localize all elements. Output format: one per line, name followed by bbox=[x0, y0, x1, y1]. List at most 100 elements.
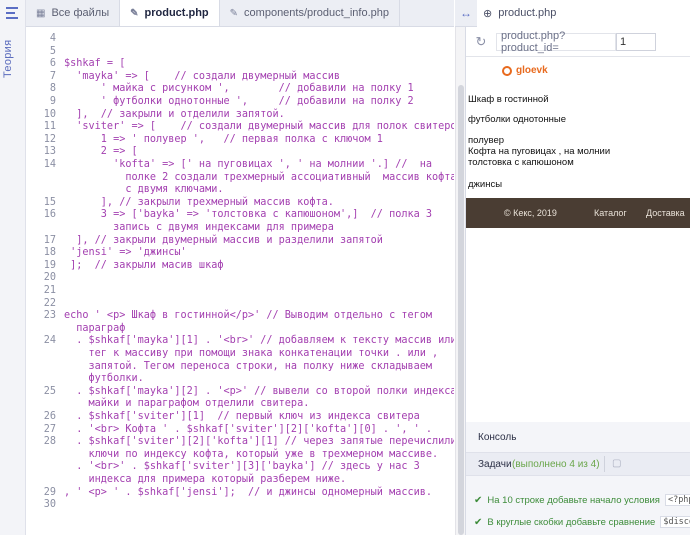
editor-tabs: ▦ Все файлы ✎ product.php ✎ components/p… bbox=[26, 0, 454, 27]
globe-icon: ⊕ bbox=[483, 7, 493, 20]
tab-label: components/product_info.php bbox=[244, 7, 389, 19]
line-number: 25 bbox=[43, 385, 56, 397]
task-text: В круглые скобки добавьте сравнение bbox=[487, 516, 656, 528]
preview-text: полувер bbox=[468, 135, 505, 146]
page-preview: gloevk Шкаф в гостинной футболки однотон… bbox=[466, 57, 690, 422]
line-code: . '<br> Кофта ' . $shkaf['sviter'][2]['k… bbox=[64, 423, 433, 435]
line-code: параграф bbox=[64, 322, 126, 334]
line-code: 'mayka' => [ // создали двумерный массив bbox=[64, 70, 341, 82]
scrollbar-thumb[interactable] bbox=[458, 85, 464, 535]
line-number: 20 bbox=[43, 272, 56, 284]
grid-icon: ▦ bbox=[36, 7, 46, 19]
swap-arrows-icon[interactable]: ↔ bbox=[455, 6, 477, 20]
footer-copyright: © Кекс, 2019 bbox=[504, 208, 557, 218]
line-number: 6 bbox=[49, 58, 56, 70]
url-path: product.php?product_id= bbox=[496, 30, 616, 54]
line-code: полке 2 создали трехмерный ассоциативный… bbox=[64, 171, 454, 183]
line-code: ], // закрыли трехмерный массив кофта. bbox=[64, 196, 334, 208]
line-number: 21 bbox=[43, 285, 56, 296]
reload-icon[interactable]: ↻ bbox=[466, 34, 496, 50]
line-number: 11 bbox=[43, 121, 56, 133]
line-number: 5 bbox=[49, 45, 56, 57]
line-number: 24 bbox=[43, 335, 56, 347]
line-code: футболки. bbox=[64, 373, 144, 385]
line-code: . $shkaf['sviter'][1] // первый ключ из … bbox=[64, 411, 420, 422]
divider bbox=[604, 456, 605, 472]
theory-tab[interactable]: Теория bbox=[2, 38, 14, 78]
line-code: ]; // закрыли масив шкаф bbox=[64, 259, 224, 271]
tab-label: Все файлы bbox=[51, 7, 110, 19]
preview-tab-label: product.php bbox=[498, 7, 557, 19]
preview-text: толстовка с капюшоном bbox=[468, 157, 574, 168]
line-number: 12 bbox=[43, 133, 56, 145]
tab-product-php[interactable]: ✎ product.php bbox=[120, 0, 220, 26]
code-editor[interactable]: 4 5 6 $shkaf = [7 'mayka' => [ // создали д… bbox=[26, 27, 454, 535]
tab-label: product.php bbox=[144, 7, 209, 19]
line-code: . $shkaf['mayka'][2] . '<p>' // вывели с… bbox=[64, 385, 454, 397]
logo-text: gloevk bbox=[516, 65, 548, 76]
line-code: 1 => ' полувер ', // первая полка с ключ… bbox=[64, 133, 383, 145]
preview-text: Кофта на пуговицах , на молнии bbox=[468, 146, 611, 157]
line-number: 19 bbox=[43, 259, 56, 271]
console-title[interactable]: Консоль bbox=[478, 432, 516, 443]
preview-text: джинсы bbox=[468, 179, 503, 190]
task-item: ✔ На 10 строке добавьте начало условия <… bbox=[474, 494, 690, 506]
url-param-input[interactable]: 1 bbox=[616, 32, 656, 51]
line-number: 26 bbox=[43, 411, 56, 422]
line-code: echo ' <p> Шкаф в гостинной</p>' // Выво… bbox=[64, 310, 433, 322]
line-number: 4 bbox=[49, 33, 56, 44]
tasks-label: Задачи bbox=[478, 459, 512, 470]
line-number: 13 bbox=[43, 146, 56, 158]
logo-icon bbox=[502, 65, 512, 76]
line-code: запятой. Тегом переноса строки, на полку… bbox=[64, 360, 433, 372]
square-icon[interactable]: ▢ bbox=[612, 458, 622, 469]
preview-text: Шкаф в гостинной bbox=[468, 94, 549, 105]
line-code: 'jensi' => 'джинсы' bbox=[64, 247, 187, 259]
task-text: На 10 строке добавьте начало условия bbox=[487, 494, 660, 506]
tab-preview[interactable]: ⊕ product.php bbox=[477, 0, 690, 27]
line-code: ' майка с рисунком ', // добавили на пол… bbox=[64, 83, 414, 95]
line-code: ], // закрыли двумерный массив и раздели… bbox=[64, 234, 383, 246]
task-code: $disco bbox=[660, 516, 690, 528]
line-number: 22 bbox=[43, 297, 56, 309]
line-code: ключи по индексу кофта, который уже в тр… bbox=[64, 448, 439, 460]
line-number: 17 bbox=[43, 234, 56, 246]
footer-link-delivery[interactable]: Доставка bbox=[646, 208, 685, 218]
line-code: , ' <p> ' . $shkaf['jensi']; // и джинсы… bbox=[64, 486, 433, 498]
line-number: 10 bbox=[43, 108, 56, 120]
tab-product-info[interactable]: ✎ components/product_info.php bbox=[220, 0, 400, 26]
line-number: 30 bbox=[43, 499, 56, 511]
line-number: 15 bbox=[43, 196, 56, 208]
tab-all-files[interactable]: ▦ Все файлы bbox=[26, 0, 121, 26]
line-number: 18 bbox=[43, 247, 56, 259]
menu-icon[interactable] bbox=[6, 7, 20, 19]
line-number: 28 bbox=[43, 436, 56, 448]
line-code: с двумя ключами. bbox=[64, 184, 224, 196]
line-code: 3 => ['bayka' => 'толстовка с капюшоном'… bbox=[64, 209, 433, 221]
pin-icon: ✎ bbox=[130, 7, 139, 19]
line-number: 27 bbox=[43, 423, 56, 435]
line-code: ], // закрыли и отделили запятой. bbox=[64, 108, 285, 120]
check-icon: ✔ bbox=[474, 516, 483, 528]
line-code: тег к массиву при помощи знака конкатена… bbox=[64, 348, 439, 359]
line-number: 14 bbox=[43, 159, 56, 170]
tasks-status: (выполнено 4 из 4) bbox=[512, 459, 600, 470]
site-footer: © Кекс, 2019 Каталог Доставка bbox=[466, 198, 690, 228]
line-number: 7 bbox=[49, 70, 56, 82]
task-code: <?php bbox=[664, 494, 690, 506]
line-code: . $shkaf['sviter'][2]['kofta'][1] // чер… bbox=[64, 436, 454, 448]
tasks-bar[interactable]: Задачи (выполнено 4 из 4) ▢ bbox=[466, 452, 690, 476]
footer-link-catalog[interactable]: Каталог bbox=[594, 208, 627, 218]
line-code: . $shkaf['mayka'][1] . '<br>' // добавля… bbox=[64, 335, 454, 347]
line-number: 16 bbox=[43, 209, 56, 221]
site-logo: gloevk bbox=[502, 65, 548, 76]
pin-icon: ✎ bbox=[229, 7, 239, 19]
check-icon: ✔ bbox=[474, 494, 483, 506]
line-number: 9 bbox=[49, 96, 56, 107]
line-code: индекса для примера который разберем ниж… bbox=[64, 474, 347, 485]
line-code: 'kofta' => [' на пуговицах ', ' на молни… bbox=[64, 159, 433, 170]
line-number: 23 bbox=[43, 310, 56, 322]
preview-tabs: ↔ ⊕ product.php bbox=[455, 0, 690, 27]
editor-scrollbar[interactable] bbox=[455, 27, 465, 535]
preview-text: футболки однотонные bbox=[468, 114, 567, 125]
